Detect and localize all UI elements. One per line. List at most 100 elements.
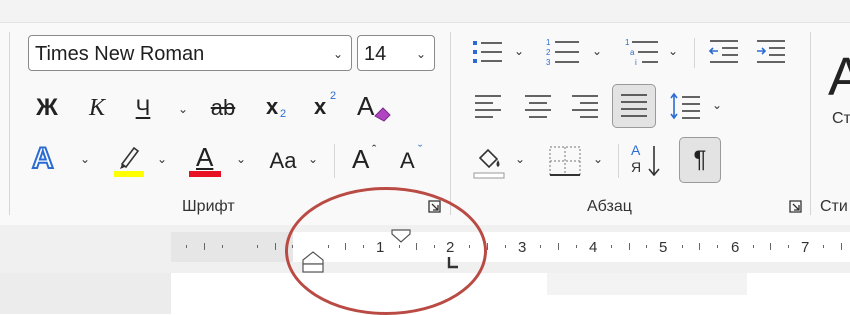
font-name-value: Times New Roman [35, 43, 205, 65]
chevron-down-icon[interactable]: ⌄ [416, 47, 426, 61]
ruler-tick [823, 245, 824, 248]
font-size-value: 14 [364, 43, 387, 65]
group-separator [810, 32, 811, 215]
font-group-label: Шрифт [182, 198, 235, 215]
numbering-button[interactable]: 1 2 3 [545, 36, 581, 68]
annotation-circle [285, 187, 487, 315]
divider [694, 38, 695, 68]
dialog-launcher-icon [789, 200, 802, 213]
bullets-button[interactable] [472, 38, 504, 66]
caret-up-icon: ˆ [372, 142, 377, 157]
change-case-dropdown-icon[interactable]: ⌄ [308, 152, 318, 166]
subscript-x: x [266, 94, 279, 119]
style-name-partial[interactable]: Ст [832, 110, 850, 128]
font-color-button[interactable]: A [189, 140, 223, 180]
caret-down-icon: ˇ [418, 142, 423, 157]
paragraph-dialog-launcher[interactable] [789, 200, 803, 214]
highlight-dropdown-icon[interactable]: ⌄ [157, 152, 167, 166]
ruler-tick [753, 245, 754, 248]
numbering-dropdown-icon[interactable]: ⌄ [592, 44, 602, 58]
multilevel-list-icon: 1 a i [625, 38, 658, 67]
sort-letter-bottom: Я [631, 159, 642, 175]
ruler-tick [699, 243, 700, 250]
change-case-button[interactable]: Aa [263, 146, 303, 176]
shading-button[interactable] [472, 142, 506, 180]
font-color-dropdown-icon[interactable]: ⌄ [236, 152, 246, 166]
superscript-button[interactable]: x 2 [310, 90, 342, 124]
ruler-tick [770, 243, 771, 250]
align-center-button[interactable] [522, 90, 554, 122]
shrink-font-button[interactable]: A ˇ [398, 142, 434, 178]
line-spacing-button[interactable] [668, 90, 702, 122]
ruler-tick [611, 245, 612, 248]
style-preview[interactable]: А [828, 46, 850, 108]
bullets-dropdown-icon[interactable]: ⌄ [514, 44, 524, 58]
underline-dropdown-icon[interactable]: ⌄ [178, 102, 188, 116]
highlighter-icon [114, 146, 144, 177]
font-name-combobox[interactable]: Times New Roman ⌄ [28, 35, 352, 71]
ruler-tick [558, 243, 559, 250]
justify-icon [621, 94, 647, 117]
ruler-tick [788, 245, 789, 248]
underline-button[interactable]: Ч [128, 92, 158, 124]
svg-text:A: A [357, 91, 375, 121]
chevron-down-icon[interactable]: ⌄ [333, 47, 343, 61]
svg-text:2: 2 [546, 48, 551, 57]
decrease-indent-icon [708, 40, 738, 63]
text-effects-dropdown-icon[interactable]: ⌄ [80, 152, 90, 166]
increase-indent-button[interactable] [755, 38, 787, 66]
ruler-tick [204, 243, 205, 250]
sort-button[interactable]: А Я [630, 142, 666, 180]
ruler-tick [841, 243, 842, 250]
font-size-combobox[interactable]: 14 ⌄ [357, 35, 435, 71]
ruler-tick [629, 243, 630, 250]
align-left-button[interactable] [472, 90, 504, 122]
ruler-tick [505, 245, 506, 248]
divider [618, 144, 619, 178]
ruler-number: 3 [518, 239, 527, 256]
superscript-x: x [314, 94, 327, 119]
ruler-number: 7 [801, 239, 810, 256]
bullet-list-icon [473, 41, 502, 63]
superscript-mark: 2 [330, 90, 337, 102]
sort-letter-top: А [631, 142, 641, 158]
highlight-button[interactable] [112, 140, 146, 180]
borders-icon [549, 146, 581, 176]
subscript-mark: 2 [280, 108, 287, 120]
document-page[interactable] [171, 273, 850, 314]
font-color-swatch [189, 171, 221, 177]
page-shadow [547, 273, 747, 295]
multilevel-dropdown-icon[interactable]: ⌄ [668, 44, 678, 58]
ruler-tick [222, 245, 223, 248]
bold-button[interactable]: Ж [30, 92, 64, 124]
strikethrough-button[interactable]: ab [204, 92, 242, 124]
shading-dropdown-icon[interactable]: ⌄ [515, 152, 525, 166]
title-strip [0, 0, 850, 22]
ruler-tick [487, 243, 488, 250]
ruler-tick [646, 245, 647, 248]
font-color-letter: A [196, 142, 214, 172]
ruler-tick [682, 245, 683, 248]
increase-indent-icon [757, 40, 785, 63]
ruler-tick [275, 243, 276, 250]
subscript-button[interactable]: x 2 [262, 92, 294, 124]
paragraph-group-label: Абзац [587, 198, 632, 215]
multilevel-list-button[interactable]: 1 a i [624, 36, 660, 68]
line-spacing-dropdown-icon[interactable]: ⌄ [712, 98, 722, 112]
shrink-font-letter: A [400, 148, 415, 173]
text-effects-button[interactable]: A [30, 141, 70, 180]
borders-dropdown-icon[interactable]: ⌄ [593, 152, 603, 166]
styles-group-label: Сти [820, 198, 848, 215]
decrease-indent-button[interactable] [708, 38, 740, 66]
grow-font-button[interactable]: A ˆ [350, 142, 386, 178]
ruler-number: 6 [731, 239, 740, 256]
italic-button[interactable]: К [82, 92, 112, 124]
svg-text:i: i [635, 58, 637, 67]
clear-formatting-button[interactable]: A [355, 90, 393, 126]
justify-button[interactable] [612, 84, 656, 128]
show-formatting-marks-button[interactable]: ¶ [679, 137, 721, 183]
borders-button[interactable] [547, 144, 583, 178]
align-right-button[interactable] [569, 90, 601, 122]
group-separator [9, 32, 10, 215]
ruler-number: 4 [589, 239, 598, 256]
